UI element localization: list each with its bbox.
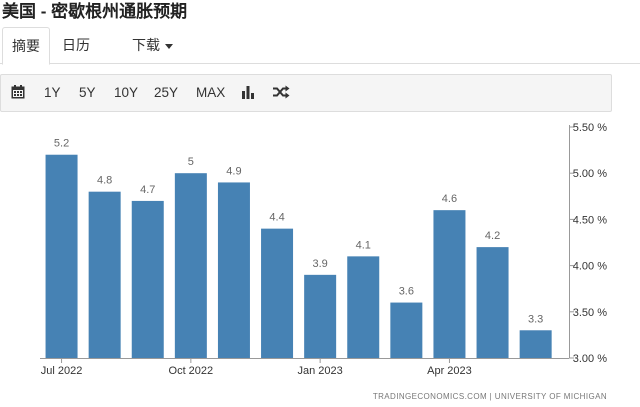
tab-bar: 摘要 日历 下载 [0, 27, 640, 65]
bar-value-label: 3.3 [528, 313, 543, 325]
range-10y-button[interactable]: 10Y [114, 75, 138, 111]
bar [88, 191, 121, 358]
tab-summary[interactable]: 摘要 [2, 27, 50, 65]
range-5y-button[interactable]: 5Y [79, 75, 96, 111]
y-tick-label: 3.00 % [573, 353, 607, 365]
chevron-down-icon [165, 43, 173, 49]
page-title: 美国 - 密歇根州通胀预期 [2, 2, 188, 21]
bar-value-label: 4.9 [226, 165, 241, 177]
bar [433, 210, 466, 358]
tab-calendar[interactable]: 日历 [62, 27, 90, 64]
bar-value-label: 5 [188, 156, 194, 168]
bar [304, 274, 337, 358]
bar-value-label: 3.6 [399, 286, 414, 298]
bar [347, 256, 380, 358]
y-tick-label: 5.50 % [573, 122, 607, 134]
chart-toolbar: 1Y 5Y 10Y 25Y MAX [0, 74, 612, 112]
bar [217, 182, 250, 358]
bar [131, 200, 164, 358]
y-tick-label: 5.00 % [573, 168, 607, 180]
calendar-icon[interactable] [11, 75, 25, 111]
shuffle-icon[interactable] [272, 75, 290, 111]
x-tick-label: Oct 2022 [169, 365, 214, 377]
x-tick-label: Apr 2023 [427, 365, 472, 377]
range-25y-button[interactable]: 25Y [154, 75, 178, 111]
bar [174, 173, 207, 358]
source-credit: TRADINGECONOMICS.COM | UNIVERSITY OF MIC… [373, 392, 607, 401]
bar [519, 330, 552, 358]
y-tick-label: 4.50 % [573, 214, 607, 226]
bar-value-label: 4.2 [485, 230, 500, 242]
bar-value-label: 4.4 [269, 212, 284, 224]
bar-value-label: 3.9 [313, 258, 328, 270]
range-max-button[interactable]: MAX [196, 75, 225, 111]
x-tick-label: Jan 2023 [298, 365, 343, 377]
tab-download[interactable]: 下载 [132, 27, 173, 64]
bar [45, 154, 78, 358]
bar-chart-icon[interactable] [241, 75, 255, 111]
bar-value-label: 4.8 [97, 175, 112, 187]
bar-chart: 5.2 4.8 4.7 5 4.9 4.4 3.9 4.1 3.6 4.6 4.2 3.3 Jul 20… [40, 122, 607, 401]
y-tick-label: 3.50 % [573, 307, 607, 319]
bar-value-label: 4.7 [140, 184, 155, 196]
bar [476, 247, 509, 358]
bar-value-label: 4.6 [442, 193, 457, 205]
tab-download-label: 下载 [132, 37, 160, 53]
y-tick-label: 4.00 % [573, 261, 607, 273]
bar-value-label: 4.1 [356, 239, 371, 251]
x-tick-label: Jul 2022 [41, 365, 83, 377]
bar [261, 228, 294, 358]
bar [390, 302, 423, 358]
bar-value-label: 5.2 [54, 138, 69, 150]
range-1y-button[interactable]: 1Y [44, 75, 61, 111]
